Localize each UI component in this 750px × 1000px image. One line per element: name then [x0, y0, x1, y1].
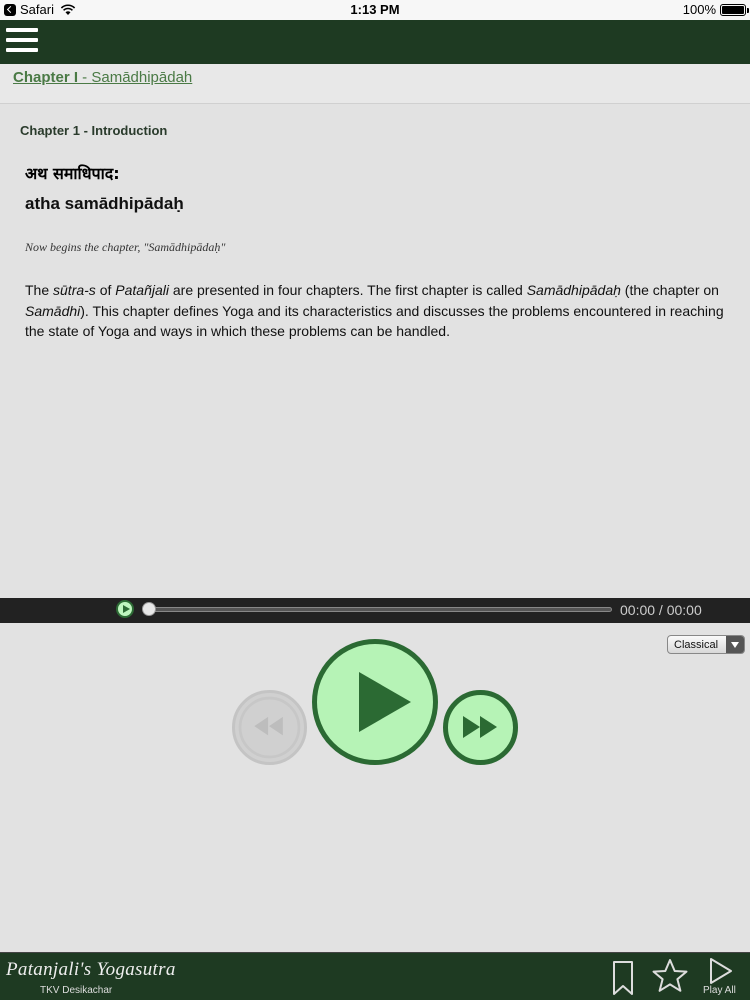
- sutra-content: Chapter 1 - Introduction अथ समाधिपाद: at…: [0, 104, 750, 598]
- top-nav-bar: [0, 20, 750, 64]
- player-controls: Classical: [0, 623, 750, 952]
- battery-percent: 100%: [682, 2, 716, 17]
- bookmark-icon[interactable]: [611, 960, 635, 996]
- status-bar: Safari 1:13 PM 100%: [0, 0, 750, 20]
- chevron-down-icon: [726, 636, 744, 653]
- play-all-icon: [710, 958, 732, 984]
- chapter-separator: -: [78, 69, 92, 86]
- section-title: Chapter 1 - Introduction: [20, 123, 168, 138]
- chapter-header: Chapter I - Samādhipādah: [0, 64, 750, 104]
- translation-text: Now begins the chapter, "Samādhipādaḥ": [25, 240, 226, 254]
- rewind-button[interactable]: [232, 690, 307, 765]
- brand-author: TKV Desikachar: [40, 985, 113, 996]
- play-button[interactable]: [312, 639, 438, 765]
- chant-style-value: Classical: [674, 639, 719, 651]
- chapter-link[interactable]: Chapter I - Samādhipādah: [13, 69, 192, 86]
- footer-bar: Patanjali's Yogasutra TKV Desikachar Pla…: [0, 952, 750, 1000]
- audio-progress-bar: 00:00 / 00:00: [0, 598, 750, 623]
- progress-thumb[interactable]: [142, 602, 156, 616]
- play-all-label: Play All: [703, 985, 736, 996]
- chant-style-select[interactable]: Classical: [667, 635, 745, 654]
- mini-play-icon[interactable]: [116, 600, 134, 618]
- chapter-number: Chapter I: [13, 69, 79, 86]
- chapter-name: Samādhipādah: [91, 69, 193, 86]
- status-time: 1:13 PM: [350, 2, 400, 17]
- star-icon[interactable]: [651, 957, 689, 995]
- play-all-button[interactable]: Play All: [700, 955, 744, 999]
- progress-track[interactable]: [148, 607, 612, 612]
- fast-forward-icon: [463, 716, 497, 738]
- battery-icon: [720, 3, 749, 16]
- sanskrit-text: अथ समाधिपाद:: [25, 164, 120, 183]
- commentary-text: The sūtra-s of Patañjali are presented i…: [25, 282, 724, 339]
- rewind-icon: [238, 696, 301, 759]
- hamburger-menu-icon[interactable]: [6, 28, 38, 56]
- brand-title: Patanjali's Yogasutra: [6, 959, 176, 980]
- transliteration-text: atha samādhipādaḥ: [25, 194, 184, 213]
- time-readout: 00:00 / 00:00: [620, 602, 702, 618]
- app-screen: Safari 1:13 PM 100% Chapter I - Samādhip…: [0, 0, 750, 1000]
- fast-forward-button[interactable]: [443, 690, 518, 765]
- play-icon: [359, 672, 411, 732]
- status-right: 100%: [682, 2, 749, 17]
